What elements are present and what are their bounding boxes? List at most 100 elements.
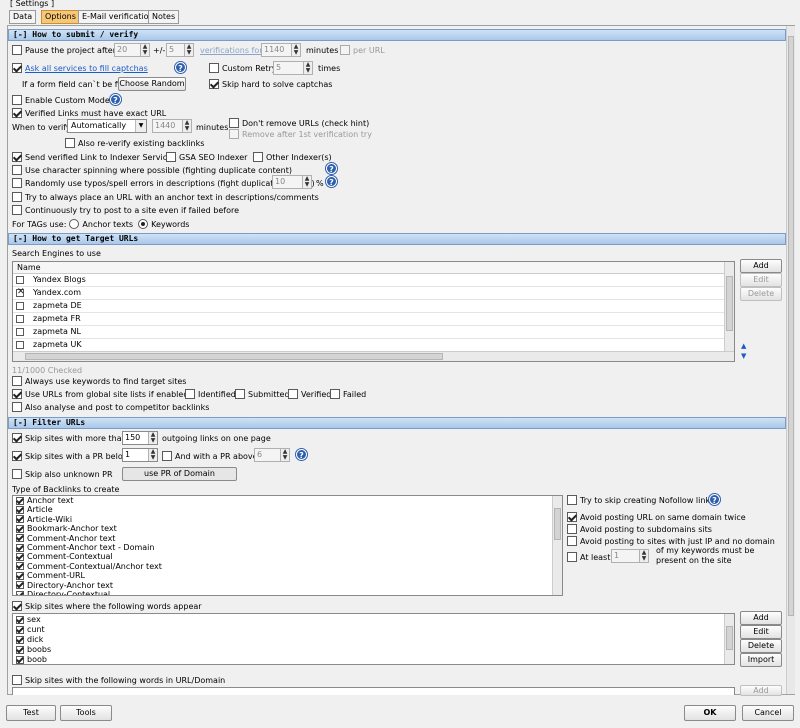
remove-after-first-checkbox[interactable] [229,129,239,139]
skip-unknown-pr-checkbox[interactable] [12,469,22,479]
pr-above-input[interactable]: 6 ▲ ▼ [254,448,290,462]
verified-exact-url-checkbox[interactable] [12,108,22,118]
backlink-type-checkbox[interactable] [16,581,24,590]
backlink-types-list[interactable]: Anchor text Article Article-Wiki Bookmark-A… [12,495,563,596]
bad-words-list[interactable]: sex cunt dick boobs boob [12,613,735,665]
failed-checkbox[interactable] [330,389,340,399]
list-item[interactable]: dick [13,635,734,645]
per-url-checkbox[interactable] [340,45,350,55]
submitted-checkbox[interactable] [235,389,245,399]
backlink-type-checkbox[interactable] [16,506,24,515]
keywords-radio[interactable] [138,219,149,229]
list-item[interactable]: Article-Wiki [13,515,562,524]
verify-minutes-input[interactable]: 1440 ▲ ▼ [152,119,192,133]
list-item[interactable]: Article [13,505,562,514]
skip-pr-below-checkbox[interactable] [12,451,22,461]
url-words-list[interactable] [12,687,735,695]
bad-words-import-button[interactable]: Import [740,653,782,667]
list-item[interactable]: Comment-Anchor text - Domain [13,543,562,552]
verified-checkbox[interactable] [288,389,298,399]
name-column-header[interactable]: Name [13,262,726,274]
retry-count-input[interactable]: 5 ▲ ▼ [273,61,313,75]
ask-all-services-link[interactable]: Ask all services to fill captchas [25,64,148,73]
list-item[interactable]: Yandex Blogs [13,274,724,287]
other-indexer-checkbox[interactable] [253,152,263,162]
skip-outgoing-checkbox[interactable] [12,433,22,443]
bad-word-checkbox[interactable] [16,656,24,664]
avoid-ip-checkbox[interactable] [567,536,577,546]
bad-word-checkbox[interactable] [16,646,24,654]
pause-count-input[interactable]: 20 ▲ ▼ [114,43,150,57]
skip-hard-captchas-checkbox[interactable] [209,79,219,89]
help-icon[interactable]: ? [296,449,307,460]
list-item[interactable]: boob [13,655,734,664]
backlink-type-checkbox[interactable] [16,515,24,524]
anchor-url-checkbox[interactable] [12,192,22,202]
when-to-verify-select[interactable]: Automatically ▼ [67,119,147,133]
pr-above-checkbox[interactable] [162,451,172,461]
help-icon[interactable]: ? [175,62,186,73]
bad-word-checkbox[interactable] [16,636,24,644]
section-header-submit[interactable]: [-] How to submit / verify [8,29,786,41]
char-spinning-checkbox[interactable] [12,165,22,175]
backlink-types-scrollbar[interactable] [552,496,562,595]
tab-options[interactable]: Options [41,10,80,24]
list-item[interactable]: cunt [13,625,734,635]
pr-below-input[interactable]: 1 ▲ ▼ [122,448,158,462]
engines-vertical-scrollbar[interactable] [724,262,734,361]
dont-remove-urls-checkbox[interactable] [229,118,239,128]
competitor-backlinks-checkbox[interactable] [12,402,22,412]
avoid-subdomains-checkbox[interactable] [567,524,577,534]
engine-delete-button[interactable]: Delete [740,287,782,301]
avoid-same-domain-checkbox[interactable] [567,512,577,522]
skip-nofollow-checkbox[interactable] [567,495,577,505]
search-engines-list[interactable]: Name Yandex Blogs Yandex.com zapmeta DE zap… [12,261,735,362]
tab-data[interactable]: Data [9,10,37,24]
engines-horizontal-scrollbar[interactable] [13,351,734,361]
move-down-icon[interactable]: ▼ [741,352,746,360]
main-scrollbar[interactable] [786,26,795,694]
list-item[interactable]: boobs [13,645,734,655]
tab-notes[interactable]: Notes [148,10,180,24]
list-item[interactable]: zapmeta NL [13,326,724,339]
list-item[interactable]: Anchor text [13,496,562,505]
bad-word-checkbox[interactable] [16,616,24,624]
continuously-post-checkbox[interactable] [12,205,22,215]
backlink-type-checkbox[interactable] [16,571,24,580]
always-keywords-checkbox[interactable] [12,376,22,386]
engine-edit-button[interactable]: Edit [740,273,782,287]
list-item[interactable]: Bookmark-Anchor text [13,524,562,533]
use-pr-domain-button[interactable]: use PR of Domain [122,467,237,481]
custom-retry-checkbox[interactable] [209,63,219,73]
skip-url-words-checkbox[interactable] [12,675,22,685]
identified-checkbox[interactable] [185,389,195,399]
list-item[interactable]: sex [13,615,734,625]
choose-random-button[interactable]: Choose Random [118,77,186,91]
backlink-type-checkbox[interactable] [16,543,24,552]
list-item[interactable]: zapmeta DE [13,300,724,313]
typos-checkbox[interactable] [12,178,22,188]
section-header-target[interactable]: [-] How to get Target URLs [8,233,786,245]
engine-checkbox[interactable] [16,276,24,284]
ask-all-services-checkbox[interactable] [12,63,22,73]
bad-words-add-button[interactable]: Add [740,611,782,625]
at-least-input[interactable]: 1 ▲ ▼ [611,549,649,563]
send-indexer-checkbox[interactable] [12,152,22,162]
verifications-for-link[interactable]: verifications for [200,46,263,55]
list-item[interactable]: Comment-URL [13,571,562,580]
pause-minutes-input[interactable]: 1140 ▲ ▼ [261,43,301,57]
engine-checkbox[interactable] [16,315,24,323]
url-words-add-button[interactable]: Add [740,685,782,696]
list-item[interactable]: Comment-Contextual/Anchor text [13,562,562,571]
engine-checkbox[interactable] [16,302,24,310]
skip-words-checkbox[interactable] [12,601,22,611]
ok-button[interactable]: OK [684,705,736,721]
help-icon[interactable]: ? [709,494,720,505]
backlink-type-checkbox[interactable] [16,562,24,571]
backlink-type-checkbox[interactable] [16,534,24,543]
list-item[interactable]: zapmeta FR [13,313,724,326]
list-item[interactable]: Directory-Contextual [13,590,562,595]
engine-checkbox[interactable] [16,341,24,349]
help-icon[interactable]: ? [326,176,337,187]
backlink-type-checkbox[interactable] [16,590,24,595]
